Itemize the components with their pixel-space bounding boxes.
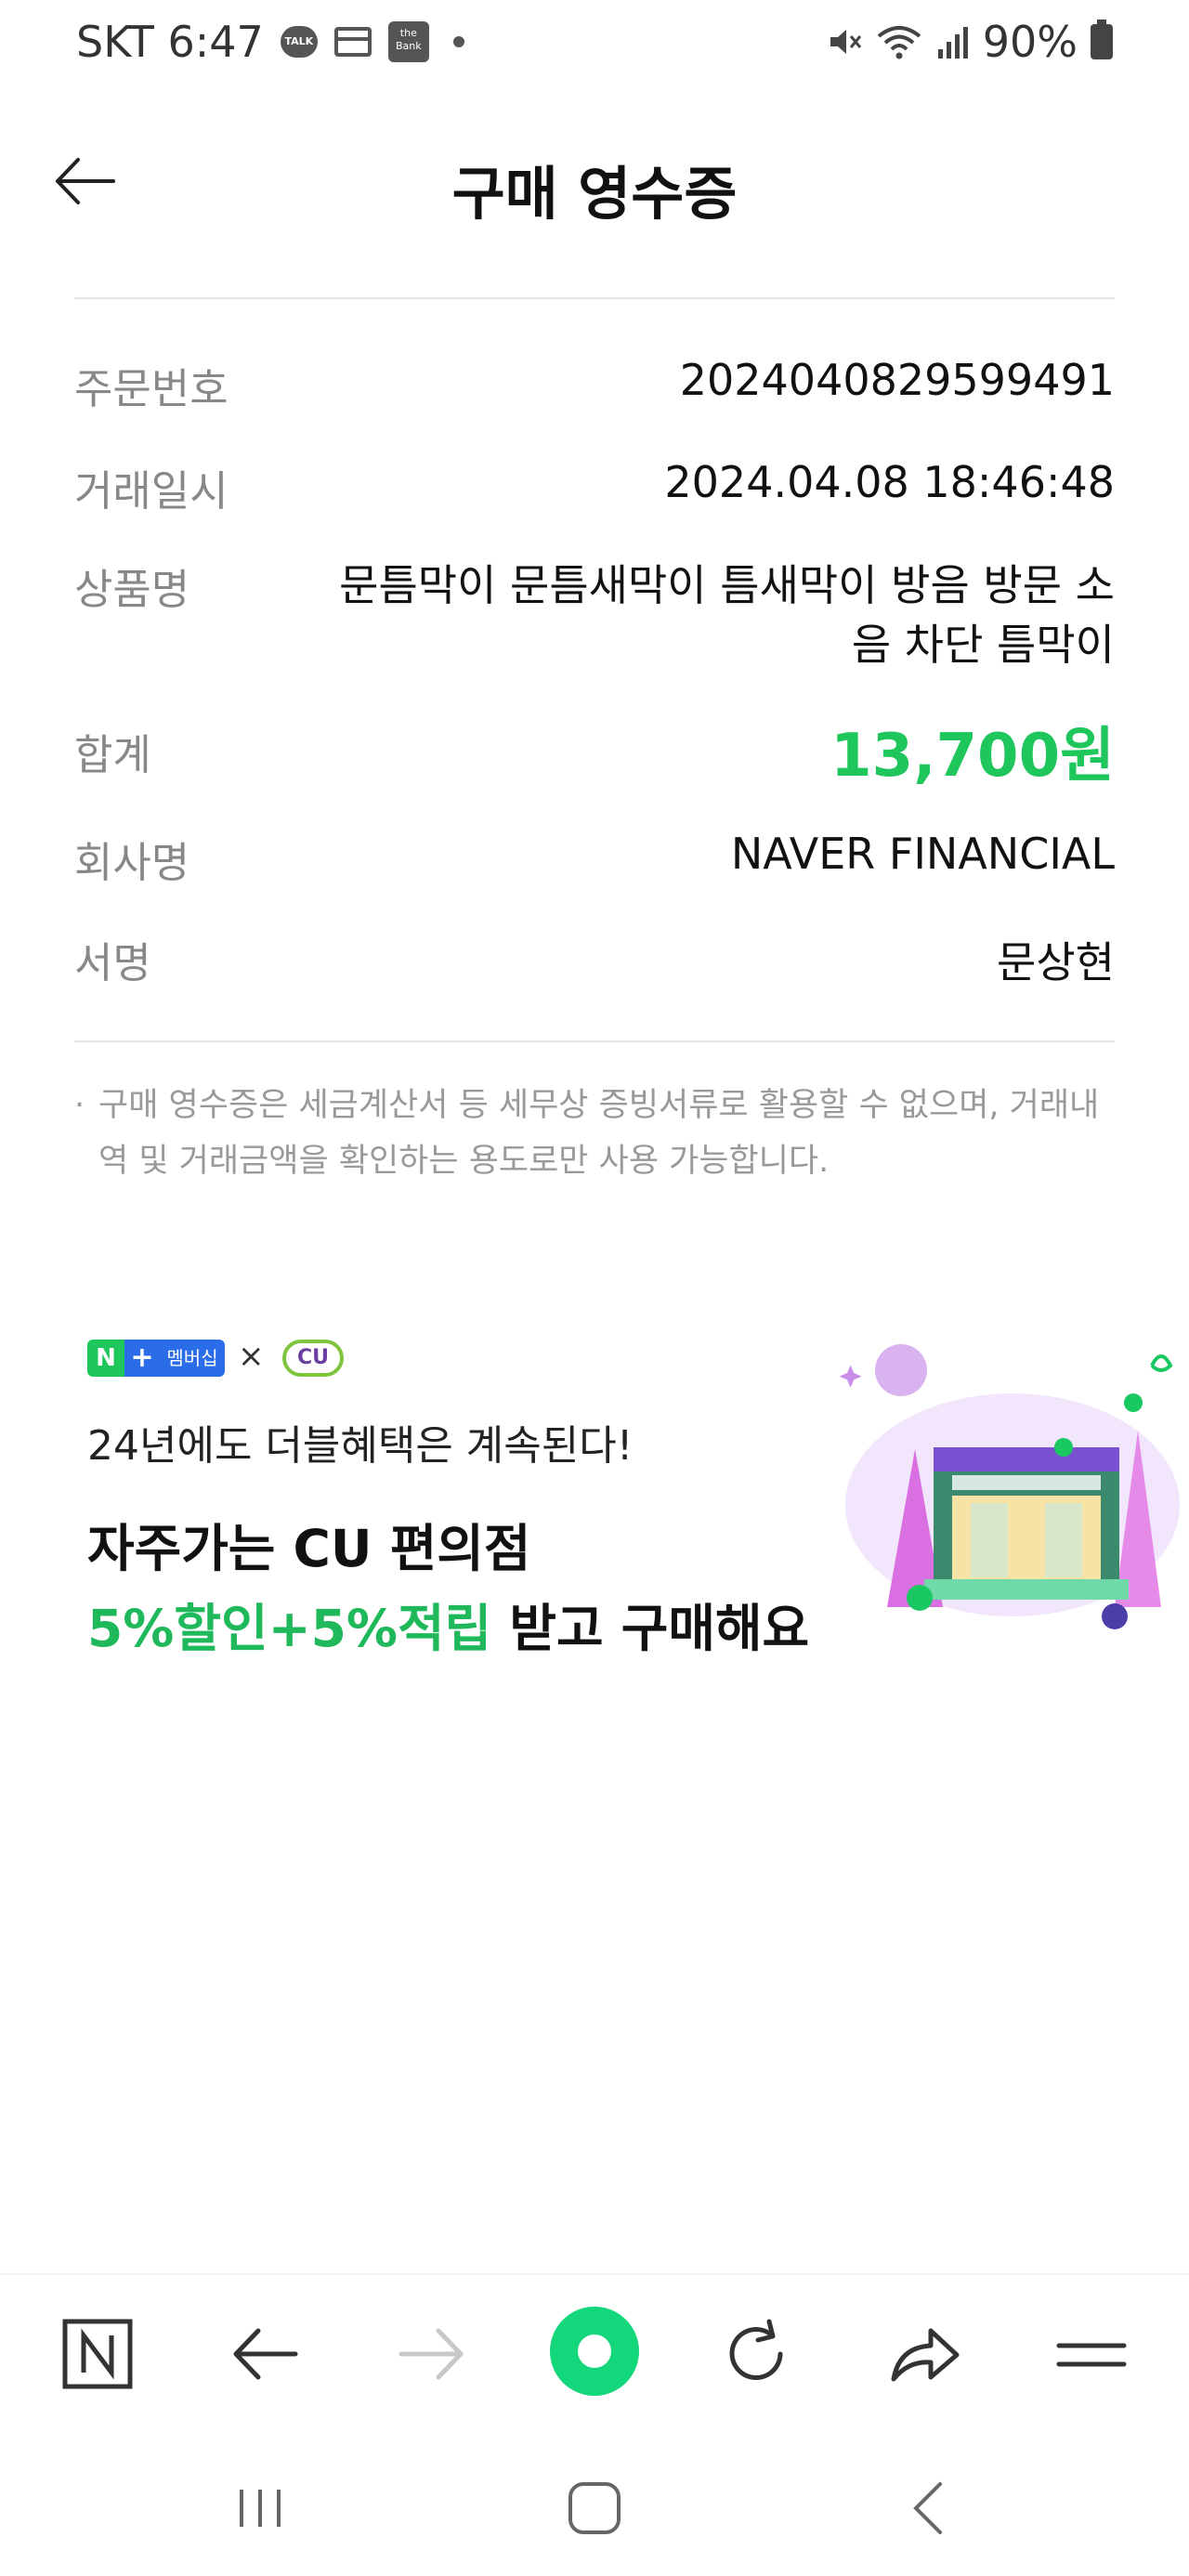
system-back-icon xyxy=(913,2482,942,2534)
divider-bottom xyxy=(74,1040,1115,1042)
page-title: 구매 영수증 xyxy=(451,160,738,228)
banner-headline-2: 5%할인+5%적립 받고 구매해요 xyxy=(87,1587,809,1661)
arrow-left-icon xyxy=(233,2328,298,2380)
system-nav-bar xyxy=(0,2452,1189,2555)
signature-label: 서명 xyxy=(74,938,151,987)
collab-x: × xyxy=(238,1338,265,1375)
recents-icon xyxy=(240,2490,281,2527)
divider-top xyxy=(74,297,1115,299)
cu-promo-banner[interactable]: N + 멤버십 × CU 24년에도 더블혜택은 계속된다! 자주가는 CU 편… xyxy=(84,1328,1180,1681)
signature-value: 문상현 xyxy=(997,937,1115,987)
browser-back-button[interactable] xyxy=(223,2312,307,2396)
card-icon xyxy=(333,27,372,57)
transaction-date-row: 거래일시 2024.04.08 18:46:48 xyxy=(74,457,1115,517)
browser-forward-button[interactable] xyxy=(390,2312,474,2396)
menu-button[interactable] xyxy=(1050,2312,1133,2396)
total-row: 합계 13,700원 xyxy=(74,708,1115,791)
banner-headline-2-rest: 받고 구매해요 xyxy=(491,1599,810,1658)
product-name-row: 상품명 문틈막이 문틈새막이 틈새막이 방음 방문 소음 차단 틈막이 xyxy=(74,556,1115,676)
reload-icon xyxy=(729,2319,783,2380)
header: 구매 영수증 xyxy=(0,111,1189,251)
total-label: 합계 xyxy=(74,730,151,779)
system-home-button[interactable] xyxy=(557,2471,632,2545)
kakaotalk-icon: TALK xyxy=(280,26,318,58)
mute-icon xyxy=(830,30,861,54)
naver-n-icon xyxy=(62,2319,133,2389)
share-icon xyxy=(891,2328,960,2382)
green-home-button[interactable] xyxy=(548,2305,641,2398)
product-name-value: 문틈막이 문틈새막이 틈새막이 방음 방문 소음 차단 틈막이 xyxy=(339,560,1115,670)
order-number-row: 주문번호 2024040829599491 xyxy=(74,355,1115,414)
order-number-value: 2024040829599491 xyxy=(679,355,1115,405)
plus-badge: + xyxy=(124,1340,160,1377)
system-home-icon xyxy=(568,2482,621,2534)
status-bar: SKT 6:47 TALK the Bank 90% xyxy=(0,0,1189,93)
green-circle-home-icon xyxy=(550,2307,639,2396)
membership-badge-label: 멤버십 xyxy=(160,1340,225,1377)
status-right: 90% xyxy=(825,17,1113,67)
wifi-icon xyxy=(877,26,921,59)
system-back-button[interactable] xyxy=(892,2471,966,2545)
banner-discount-text: 5%할인+5%적립 xyxy=(87,1599,492,1658)
total-value: 13,700원 xyxy=(830,722,1115,791)
company-label: 회사명 xyxy=(74,838,190,887)
transaction-date-label: 거래일시 xyxy=(74,466,229,516)
battery-icon xyxy=(1091,20,1113,59)
banner-headline-1: 자주가는 CU 편의점 xyxy=(87,1519,531,1578)
notice-bullet: · xyxy=(74,1087,85,1124)
naver-n-badge: N xyxy=(87,1340,124,1377)
banner-subtitle: 24년에도 더블혜택은 계속된다! xyxy=(87,1422,634,1470)
browser-toolbar xyxy=(0,2273,1189,2433)
naver-home-button[interactable] xyxy=(58,2312,141,2396)
arrow-right-icon xyxy=(399,2328,464,2380)
transaction-date-value: 2024.04.08 18:46:48 xyxy=(664,457,1115,507)
notice-text: 구매 영수증은 세금계산서 등 세무상 증빙서류로 활용할 수 없으며, 거래내… xyxy=(98,1087,1100,1180)
naver-membership-badge: N + 멤버십 xyxy=(87,1340,225,1377)
product-name-label: 상품명 xyxy=(74,565,190,614)
convenience-store-illustration xyxy=(839,1344,1180,1629)
carrier-time: SKT 6:47 xyxy=(76,17,264,67)
signature-row: 서명 문상현 xyxy=(74,929,1115,988)
receipt-notice: · 구매 영수증은 세금계산서 등 세무상 증빙서류로 활용할 수 없으며, 거… xyxy=(74,1078,1105,1189)
battery-percent: 90% xyxy=(982,17,1078,67)
status-left: SKT 6:47 TALK the Bank xyxy=(76,17,464,67)
notification-dot-icon xyxy=(452,36,464,47)
menu-icon xyxy=(1056,2343,1127,2367)
reload-button[interactable] xyxy=(715,2312,799,2396)
bank-app-icon: the Bank xyxy=(387,21,429,62)
signal-icon xyxy=(937,27,968,59)
recents-button[interactable] xyxy=(223,2471,297,2545)
share-button[interactable] xyxy=(882,2312,966,2396)
company-value: NAVER FINANCIAL xyxy=(730,829,1115,879)
order-number-label: 주문번호 xyxy=(74,364,229,413)
company-row: 회사명 NAVER FINANCIAL xyxy=(74,829,1115,888)
cu-logo: CU xyxy=(282,1340,344,1377)
